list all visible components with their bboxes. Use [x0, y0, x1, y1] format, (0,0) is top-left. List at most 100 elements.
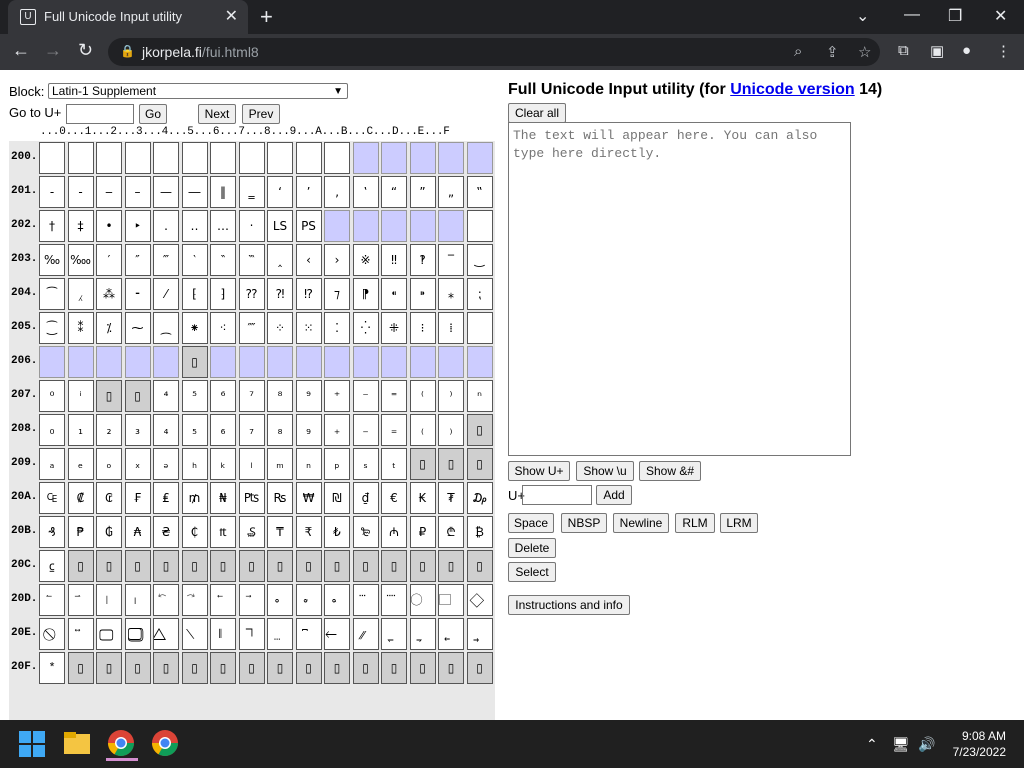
char-cell[interactable]: ⁾ [438, 380, 464, 412]
char-cell[interactable]: ⃓ [124, 584, 151, 616]
char-cell[interactable]: ₮ [438, 482, 464, 514]
char-cell[interactable]: ▯ [181, 652, 208, 684]
char-cell[interactable]: ⃨ [267, 618, 293, 650]
char-cell[interactable]: ⁐ [39, 312, 65, 344]
char-cell[interactable]: ▯ [238, 652, 265, 684]
newline-button[interactable]: Newline [613, 513, 669, 533]
char-cell[interactable]: ⁘ [267, 312, 293, 344]
show-u-button[interactable]: Show \u [576, 461, 634, 481]
char-cell[interactable]: ₉ [295, 414, 322, 446]
char-cell[interactable]: – [124, 176, 151, 208]
char-cell[interactable]: ₜ [381, 448, 407, 480]
char-cell[interactable]: ⁎ [438, 278, 464, 310]
char-cell[interactable]: ⃔ [153, 584, 179, 616]
char-cell[interactable]: ₀ [39, 414, 65, 446]
char-cell[interactable] [210, 142, 236, 174]
char-cell[interactable]: ‷ [238, 244, 265, 276]
char-cell[interactable]: ⁔ [153, 312, 179, 344]
char-cell[interactable]: ₷ [238, 516, 265, 548]
char-cell[interactable] [124, 142, 151, 174]
char-cell[interactable]: ▯ [438, 652, 464, 684]
char-cell[interactable]: ⁚ [324, 312, 350, 344]
char-cell[interactable]: ▯ [324, 550, 350, 582]
char-cell[interactable]: ⁝ [409, 312, 436, 344]
char-cell[interactable]: ⁸ [267, 380, 293, 412]
char-cell[interactable]: ⃯ [466, 618, 493, 650]
char-cell[interactable]: ⃦ [210, 618, 236, 650]
char-cell[interactable]: ⃖ [210, 584, 236, 616]
char-cell[interactable]: ▯ [67, 652, 94, 684]
char-cell[interactable]: ⁕ [181, 312, 208, 344]
char-cell[interactable]: ― [181, 176, 208, 208]
char-cell[interactable]: ▯ [124, 550, 151, 582]
char-cell[interactable]: ‾ [438, 244, 464, 276]
char-cell[interactable]: ⃟ [466, 584, 493, 616]
char-cell[interactable]: ⃪ [324, 618, 350, 650]
instructions-button[interactable]: Instructions and info [508, 595, 630, 615]
char-cell[interactable]: ₙ [295, 448, 322, 480]
char-cell[interactable]: ▯ [124, 380, 151, 412]
char-cell[interactable]: ’ [295, 176, 322, 208]
char-cell[interactable]: ▯ [381, 652, 407, 684]
network-icon[interactable]: 🖥 [892, 736, 910, 753]
char-cell[interactable]: ₚ [324, 448, 350, 480]
char-cell[interactable]: ₲ [96, 516, 122, 548]
char-cell[interactable]: ⁌ [381, 278, 407, 310]
char-cell[interactable]: ‱ [67, 244, 94, 276]
char-cell[interactable]: ₋ [352, 414, 379, 446]
char-cell[interactable]: ₓ [124, 448, 151, 480]
char-cell[interactable]: ₣ [124, 482, 151, 514]
unicode-version-link[interactable]: Unicode version [730, 81, 854, 98]
char-cell[interactable] [67, 142, 94, 174]
char-cell[interactable]: ⁹ [295, 380, 322, 412]
tab-search-chevron-icon[interactable]: ⌄ [856, 6, 869, 26]
char-cell[interactable]: ‚ [324, 176, 350, 208]
char-cell[interactable]: ‘ [267, 176, 293, 208]
char-cell[interactable]: ⁆ [210, 278, 236, 310]
char-cell[interactable]: ⁛ [352, 312, 379, 344]
forward-icon[interactable]: → [44, 40, 62, 61]
chrome-active-icon[interactable] [106, 728, 138, 761]
char-cell[interactable]: ₐ [39, 448, 65, 480]
char-cell[interactable]: ‽ [409, 244, 436, 276]
char-cell[interactable]: ‥ [181, 210, 208, 242]
char-cell[interactable]: ‛ [352, 176, 379, 208]
add-button[interactable]: Add [596, 485, 632, 505]
char-cell[interactable]: ⃭ [409, 618, 436, 650]
char-cell[interactable] [181, 142, 208, 174]
char-cell[interactable]: ₦ [210, 482, 236, 514]
char-cell[interactable]: ⃝ [409, 584, 436, 616]
char-cell[interactable]: ₸ [267, 516, 293, 548]
char-cell[interactable]: ⁺ [324, 380, 350, 412]
char-cell[interactable]: ⃙ [295, 584, 322, 616]
char-cell[interactable]: ‐ [39, 176, 65, 208]
char-cell[interactable]: ▯ [67, 550, 94, 582]
char-cell[interactable]: ⁒ [96, 312, 122, 344]
windows-start-icon[interactable] [18, 730, 46, 758]
char-cell[interactable]: ⃰ [39, 652, 65, 684]
char-cell[interactable]: ″ [124, 244, 151, 276]
char-cell[interactable]: ⁰ [39, 380, 65, 412]
block-select[interactable]: Latin-1 Supplement ▼ [48, 83, 348, 99]
char-cell[interactable]: ‿ [466, 244, 493, 276]
char-cell[interactable]: ‑ [67, 176, 94, 208]
char-cell[interactable]: ⃫ [352, 618, 379, 650]
char-cell[interactable]: ▯ [381, 550, 407, 582]
file-explorer-icon[interactable] [62, 728, 94, 760]
char-cell[interactable]: ⁴ [153, 380, 179, 412]
char-cell[interactable]: ₯ [466, 482, 493, 514]
char-cell[interactable]: — [153, 176, 179, 208]
char-cell[interactable]: ⁃ [124, 278, 151, 310]
char-cell[interactable]: ₿ [466, 516, 493, 548]
char-cell[interactable]: ₾ [438, 516, 464, 548]
char-cell[interactable]: ⃡ [67, 618, 94, 650]
char-cell[interactable]: ⁻ [352, 380, 379, 412]
char-cell[interactable]: ⁷ [238, 380, 265, 412]
char-cell[interactable]: ₻ [352, 516, 379, 548]
char-cell[interactable]: ▯ [295, 652, 322, 684]
delete-button[interactable]: Delete [508, 538, 556, 558]
char-cell[interactable]: ‗ [238, 176, 265, 208]
char-cell[interactable]: ▯ [181, 346, 208, 378]
char-cell[interactable]: ‧ [238, 210, 265, 242]
char-cell[interactable]: ⁜ [381, 312, 407, 344]
